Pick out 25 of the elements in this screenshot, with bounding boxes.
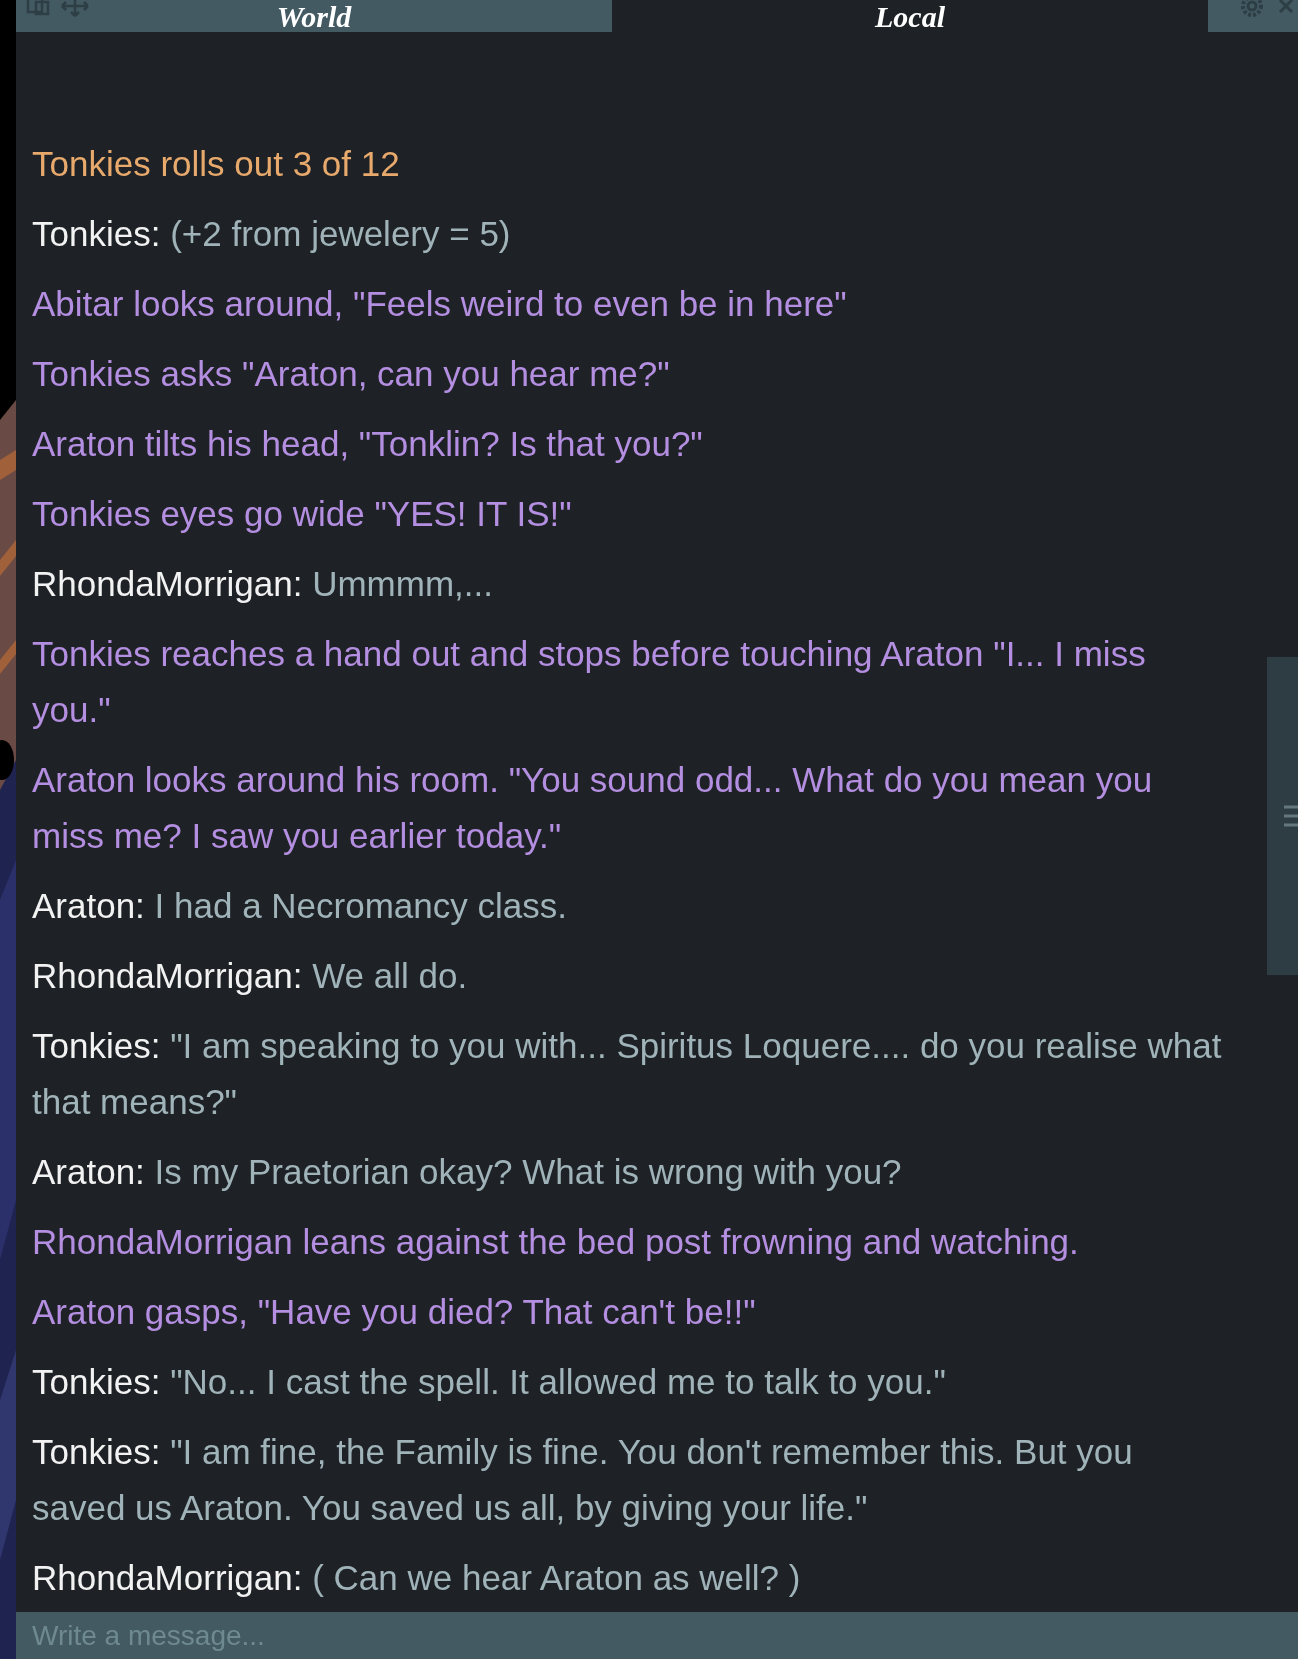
scrollbar[interactable] [1267, 657, 1298, 975]
roll-message: Tonkies rolls out 3 of 12 [32, 143, 401, 185]
grip-icon[interactable] [1284, 804, 1298, 828]
chat-tab[interactable]: World [16, 0, 612, 32]
settings-icon[interactable] [1238, 0, 1266, 20]
chat-message: RhondaMorrigan: We all do. [32, 955, 469, 997]
chat-message: Tonkies: "I am speaking to you with... Spiritus Loquere.... do you realise what that means?" [32, 1025, 1223, 1123]
chat-message: Araton: I had a Necromancy class. [32, 885, 568, 927]
close-icon[interactable] [1278, 0, 1294, 16]
emote-message: Araton gasps, "Have you died? That can't be!!" [32, 1291, 757, 1333]
emote-message: Araton tilts his head, "Tonklin? Is that you?" [32, 423, 704, 465]
emote-message: Tonkies eyes go wide "YES! IT IS!" [32, 493, 573, 535]
emote-message: Araton looks around his room. "You sound odd... What do you mean you miss me? I saw you earlier today." [32, 759, 1154, 857]
emote-message: Tonkies asks "Araton, can you hear me?" [32, 353, 671, 395]
emote-message: Tonkies reaches a hand out and stops before touching Araton "I... I miss you." [32, 633, 1147, 731]
emote-message: Abitar looks around, "Feels weird to even be in here" [32, 283, 848, 325]
move-icon[interactable] [60, 0, 90, 18]
chat-message: RhondaMorrigan: ( Can we hear Araton as well? ) [32, 1557, 802, 1599]
chat-message: Tonkies: "No... I cast the spell. It allowed me to talk to you." [32, 1361, 947, 1403]
emote-message: RhondaMorrigan leans against the bed post frowning and watching. [32, 1221, 1080, 1263]
chat-message: Tonkies: "I am fine, the Family is fine. You don't remember this. But you saved us Araton. You saved us all, by giving your life." [32, 1431, 1134, 1529]
chat-message: Tonkies: (+2 from jewelery = 5) [32, 213, 512, 255]
chat-message: Araton: Is my Praetorian okay? What is wrong with you? [32, 1151, 903, 1193]
window-icon[interactable] [26, 0, 52, 18]
chat-message: RhondaMorrigan: Ummmm,... [32, 563, 494, 605]
